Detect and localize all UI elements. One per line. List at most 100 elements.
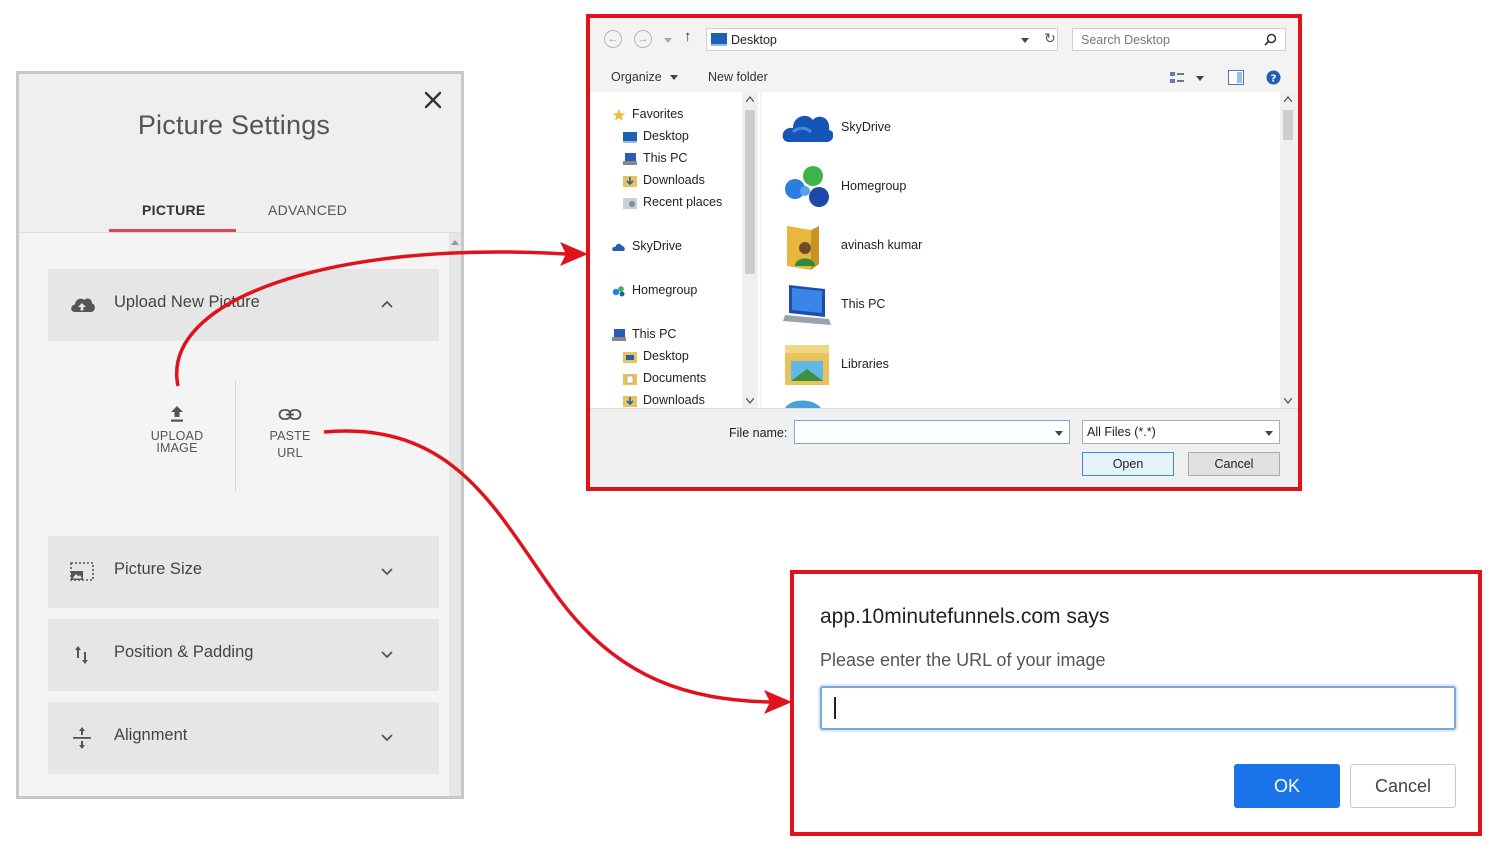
chevron-down-icon[interactable]	[379, 563, 395, 579]
nav-item-downloads-pc[interactable]: Downloads	[623, 390, 705, 408]
organize-menu[interactable]: Organize	[611, 70, 679, 84]
section-alignment[interactable]: Alignment	[48, 702, 439, 774]
panel-scrollbar[interactable]	[449, 233, 461, 796]
chevron-up-icon[interactable]	[379, 296, 395, 312]
nav-label: This PC	[632, 327, 677, 341]
picture-settings-header: Picture Settings PICTURE ADVANCED	[19, 74, 461, 233]
recent-places-icon	[623, 197, 637, 209]
view-options-icon[interactable]	[1170, 71, 1206, 85]
navigation-pane: Favorites Desktop This PC Downloads Rece…	[590, 92, 760, 408]
close-icon[interactable]	[421, 88, 445, 112]
nav-item-homegroup[interactable]: Homegroup	[612, 280, 697, 300]
section-label: Position & Padding	[114, 643, 254, 661]
address-bar[interactable]: Desktop ↻	[706, 28, 1058, 51]
arrowhead-url-prompt	[764, 690, 792, 714]
picture-settings-panel: Picture Settings PICTURE ADVANCED Upload…	[16, 71, 464, 799]
svg-text:?: ?	[1271, 73, 1277, 84]
nav-item-skydrive[interactable]: SkyDrive	[612, 236, 682, 256]
filter-value: All Files (*.*)	[1087, 425, 1156, 439]
skydrive-icon	[612, 243, 625, 251]
computer-icon	[783, 285, 831, 325]
paste-url-button[interactable]: PASTE URL	[257, 407, 323, 459]
paste-url-label-line2: URL	[277, 446, 303, 460]
help-icon[interactable]: ?	[1266, 70, 1281, 85]
section-position-padding[interactable]: Position & Padding	[48, 619, 439, 691]
nav-item-this-pc-root[interactable]: This PC	[612, 324, 676, 344]
prompt-message: Please enter the URL of your image	[820, 650, 1106, 670]
forward-icon[interactable]: →	[634, 30, 652, 48]
file-dialog-footer: File name: All Files (*.*) Open Cancel	[590, 408, 1298, 487]
documents-folder-icon	[623, 373, 637, 385]
section-label: Upload New Picture	[114, 293, 260, 311]
file-list-scrollbar[interactable]	[1280, 92, 1296, 408]
nav-item-recent-places[interactable]: Recent places	[623, 192, 722, 212]
upload-options-divider	[235, 380, 236, 492]
item-label: Libraries	[841, 357, 889, 371]
file-type-filter-select[interactable]: All Files (*.*)	[1082, 420, 1280, 444]
section-upload-new-picture[interactable]: Upload New Picture	[48, 269, 439, 341]
refresh-icon[interactable]: ↻	[1039, 30, 1061, 47]
file-dialog-toolbar: Organize New folder ?	[590, 64, 1298, 92]
scroll-up-icon[interactable]	[1284, 96, 1292, 102]
nav-item-documents[interactable]: Documents	[623, 368, 706, 388]
url-input[interactable]	[820, 686, 1456, 730]
ok-button[interactable]: OK	[1234, 764, 1340, 808]
scroll-down-icon[interactable]	[1284, 398, 1292, 404]
chevron-down-icon[interactable]	[379, 729, 395, 745]
up-arrow-icon[interactable]: ↑	[684, 28, 692, 45]
organize-label: Organize	[611, 70, 662, 84]
scroll-thumb[interactable]	[1283, 110, 1293, 140]
cancel-button[interactable]: Cancel	[1188, 452, 1280, 476]
nav-label: This PC	[643, 151, 688, 165]
nav-label: Documents	[643, 371, 707, 385]
computer-icon	[623, 152, 637, 165]
nav-label: Favorites	[632, 107, 684, 121]
nav-item-favorites[interactable]: Favorites	[612, 104, 683, 124]
file-list: SkyDrive Homegroup avinash kumar This PC	[760, 92, 1281, 408]
scroll-up-arrow-icon[interactable]	[451, 240, 459, 245]
tab-picture[interactable]: PICTURE	[142, 202, 206, 218]
file-name-input[interactable]	[794, 420, 1070, 444]
preview-pane-icon[interactable]	[1228, 70, 1244, 85]
search-icon	[1264, 33, 1277, 46]
nav-item-this-pc[interactable]: This PC	[623, 148, 687, 168]
chevron-down-icon[interactable]	[379, 646, 395, 662]
scroll-thumb[interactable]	[745, 110, 755, 274]
partial-network-icon	[785, 400, 821, 408]
section-picture-size[interactable]: Picture Size	[48, 536, 439, 608]
item-label: SkyDrive	[841, 120, 892, 134]
file-open-dialog: ← → ↑ Desktop ↻ Search Desktop Organize …	[586, 14, 1302, 491]
nav-label: Downloads	[643, 173, 705, 187]
desktop-location-icon	[711, 33, 727, 46]
recent-locations-chevron-icon[interactable]	[664, 33, 672, 47]
new-folder-button[interactable]: New folder	[708, 70, 768, 84]
position-arrows-icon	[75, 646, 88, 664]
scroll-up-icon[interactable]	[746, 96, 754, 102]
back-icon[interactable]: ←	[604, 30, 622, 48]
prompt-title: app.10minutefunnels.com says	[820, 605, 1110, 628]
panel-title: Picture Settings	[137, 110, 331, 140]
nav-item-desktop-pc[interactable]: Desktop	[623, 346, 689, 366]
cloud-upload-icon	[71, 298, 95, 312]
open-button[interactable]: Open	[1082, 452, 1174, 476]
paste-url-label-line1: PASTE	[269, 429, 311, 443]
libraries-folder-icon	[785, 345, 829, 385]
cancel-button[interactable]: Cancel	[1350, 764, 1456, 808]
filter-dropdown-icon	[1265, 426, 1273, 440]
nav-label: Recent places	[643, 195, 723, 209]
tab-advanced[interactable]: ADVANCED	[268, 202, 347, 218]
text-caret	[834, 697, 836, 719]
file-name-dropdown-icon[interactable]	[1055, 426, 1063, 440]
arrowhead-file-dialog	[560, 242, 588, 266]
desktop-icon	[623, 131, 637, 143]
nav-label: Desktop	[643, 349, 689, 363]
address-dropdown-icon[interactable]	[1021, 33, 1029, 47]
nav-item-desktop[interactable]: Desktop	[623, 126, 689, 146]
search-desktop-input[interactable]: Search Desktop	[1072, 28, 1286, 51]
url-prompt-dialog: app.10minutefunnels.com says Please ente…	[790, 570, 1482, 836]
upload-image-button[interactable]: UPLOAD IMAGE	[141, 404, 213, 454]
navigation-pane-scrollbar[interactable]	[742, 92, 758, 408]
file-name-label: File name:	[729, 426, 788, 440]
scroll-down-icon[interactable]	[746, 398, 754, 404]
nav-item-downloads[interactable]: Downloads	[623, 170, 705, 190]
